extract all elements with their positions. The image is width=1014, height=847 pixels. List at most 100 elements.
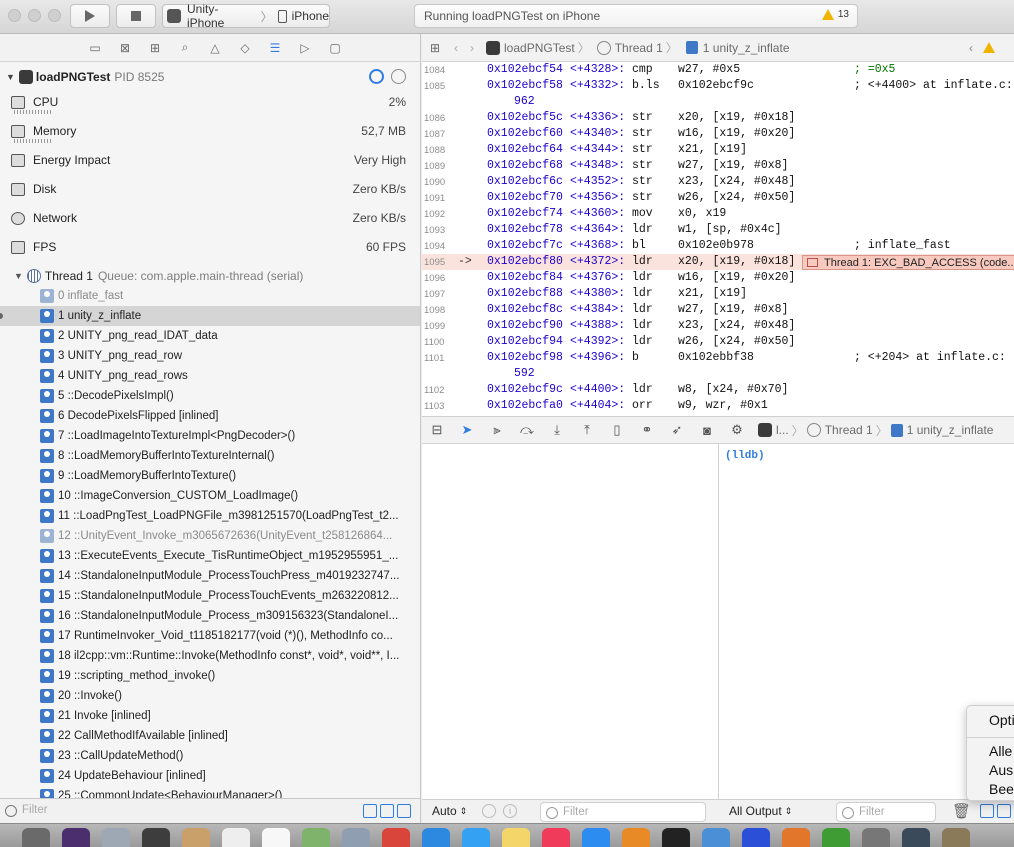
- reminders-icon[interactable]: [222, 828, 250, 847]
- variables-filter-input[interactable]: Filter: [540, 802, 706, 822]
- books-icon[interactable]: [622, 828, 650, 847]
- zoom-window-button[interactable]: [48, 9, 61, 22]
- info-icon[interactable]: i: [503, 804, 517, 818]
- code-line[interactable]: 1101 0x102ebcf98 <+4396>: b 0x102ebbf38 ; <+2…: [422, 350, 1014, 366]
- siri-icon[interactable]: [62, 828, 90, 847]
- stack-frame-row[interactable]: 20 ::Invoke(): [0, 686, 420, 706]
- stack-frame-row[interactable]: 9 ::LoadMemoryBufferIntoTexture(): [0, 466, 420, 486]
- code-line[interactable]: 1096 0x102ebcf84 <+4376>: ldr w16, [x19, #0x…: [422, 270, 1014, 286]
- stack-frame-row[interactable]: 11 ::LoadPngTest_LoadPNGFile_m3981251570…: [0, 506, 420, 526]
- debug-process[interactable]: l...: [776, 423, 789, 437]
- mission-control-icon[interactable]: [142, 828, 170, 847]
- trash-icon[interactable]: 🗑: [952, 802, 971, 820]
- jumpbar-frame[interactable]: 1 unity_z_inflate: [703, 41, 790, 55]
- code-line[interactable]: 1084 0x102ebcf54 <+4328>: cmp w27, #0x5 ; =0x…: [422, 62, 1014, 78]
- process-row[interactable]: ▼ loadPNGTest PID 8525: [0, 62, 420, 92]
- related-items-icon[interactable]: ⊞: [430, 41, 446, 55]
- exception-annotation[interactable]: Thread 1: EXC_BAD_ACCESS (code...: [802, 255, 1014, 270]
- stack-frame-row[interactable]: 24 UpdateBehaviour [inlined]: [0, 766, 420, 786]
- menu-item-options[interactable]: Opti: [989, 712, 1014, 728]
- code-line[interactable]: 1103 0x102ebcfa0 <+4404>: orr w9, wzr, #0x1: [422, 398, 1014, 414]
- minimize-window-button[interactable]: [28, 9, 41, 22]
- calendar-icon[interactable]: [262, 828, 290, 847]
- view-process-by-queue-icon[interactable]: [391, 69, 406, 84]
- app-store-icon[interactable]: [582, 828, 610, 847]
- code-line[interactable]: 1086 0x102ebcf5c <+4336>: str x20, [x19, #0x…: [422, 110, 1014, 126]
- stack-frame-row[interactable]: 23 ::CallUpdateMethod(): [0, 746, 420, 766]
- terminal-icon[interactable]: [662, 828, 690, 847]
- stack-frame-row[interactable]: 1 unity_z_inflate: [0, 306, 420, 326]
- stack-frame-row[interactable]: 5 ::DecodePixelsImpl(): [0, 386, 420, 406]
- stack-frame-row[interactable]: 4 UNITY_png_read_rows: [0, 366, 420, 386]
- stack-frame-row[interactable]: 22 CallMethodIfAvailable [inlined]: [0, 726, 420, 746]
- breakpoint-icon[interactable]: ▷: [290, 41, 320, 55]
- safari-icon[interactable]: [422, 828, 450, 847]
- stack-frame-row[interactable]: 19 ::scripting_method_invoke(): [0, 666, 420, 686]
- hide-debug-area-icon[interactable]: ⊟: [422, 422, 452, 438]
- thread-row[interactable]: ▼ Thread 1 Queue: com.apple.main-thread …: [0, 266, 420, 286]
- gauge-energy[interactable]: Energy Impact Very High: [0, 150, 420, 179]
- stack-frame-row[interactable]: 2 UNITY_png_read_IDAT_data: [0, 326, 420, 346]
- debug-frame[interactable]: 1 unity_z_inflate: [907, 423, 994, 437]
- warning-icon[interactable]: [983, 42, 995, 53]
- system-preferences-icon[interactable]: [862, 828, 890, 847]
- stack-frame-row[interactable]: 10 ::ImageConversion_CUSTOM_LoadImage(): [0, 486, 420, 506]
- stack-frame-row[interactable]: 14 ::StandaloneInputModule_ProcessTouchP…: [0, 566, 420, 586]
- stack-frame-row[interactable]: 16 ::StandaloneInputModule_Process_m3091…: [0, 606, 420, 626]
- memory-graph-icon[interactable]: ⚭: [632, 422, 662, 438]
- preview-icon[interactable]: [342, 828, 370, 847]
- finder-icon[interactable]: [22, 828, 50, 847]
- stack-frame-row[interactable]: 21 Invoke [inlined]: [0, 706, 420, 726]
- music-icon[interactable]: [542, 828, 570, 847]
- app-icon[interactable]: [742, 828, 770, 847]
- menu-item-all[interactable]: Alle: [989, 743, 1012, 759]
- notes-icon[interactable]: [502, 828, 530, 847]
- code-line[interactable]: 1094 0x102ebcf7c <+4368>: bl 0x102e0b978 ; in…: [422, 238, 1014, 254]
- code-line[interactable]: 1102 0x102ebcf9c <+4400>: ldr w8, [x24, #0x7…: [422, 382, 1014, 398]
- code-line[interactable]: 1099 0x102ebcf90 <+4388>: ldr x23, [x24, #0x…: [422, 318, 1014, 334]
- stack-frame-row[interactable]: 25 ::CommonUpdate<BehaviourManager>(): [0, 786, 420, 798]
- code-line[interactable]: 1089 0x102ebcf68 <+4348>: str w27, [x19, #0x…: [422, 158, 1014, 174]
- gauge-memory[interactable]: Memory 52,7 MB: [0, 121, 420, 150]
- symbol-icon[interactable]: ⊞: [140, 41, 170, 55]
- gauge-network[interactable]: Network Zero KB/s: [0, 208, 420, 237]
- simulate-location-icon[interactable]: ➶: [662, 422, 692, 438]
- contacts-icon[interactable]: [182, 828, 210, 847]
- blender-icon[interactable]: [782, 828, 810, 847]
- stack-frame-row[interactable]: 17 RuntimeInvoker_Void_t1185182177(void …: [0, 626, 420, 646]
- split-view-icon[interactable]: [980, 804, 994, 818]
- console-filter-input[interactable]: Filter: [836, 802, 936, 822]
- gauge-disk[interactable]: Disk Zero KB/s: [0, 179, 420, 208]
- warnings-indicator[interactable]: 13: [821, 9, 849, 20]
- continue-icon[interactable]: ⫸: [482, 422, 512, 438]
- code-line[interactable]: 1100 0x102ebcf94 <+4392>: ldr w26, [x24, #0x…: [422, 334, 1014, 350]
- run-button[interactable]: [70, 4, 110, 28]
- view-process-by-thread-icon[interactable]: [369, 69, 384, 84]
- gear-icon[interactable]: ⚙: [722, 422, 752, 438]
- back-chevron-icon[interactable]: ‹: [454, 41, 458, 55]
- jumpbar-thread[interactable]: Thread 1: [615, 41, 663, 55]
- gauge-cpu[interactable]: CPU 2%: [0, 92, 420, 121]
- filter-crashed-threads-icon[interactable]: [363, 804, 377, 818]
- forward-chevron-icon[interactable]: ›: [470, 41, 474, 55]
- code-line[interactable]: 1092 0x102ebcf74 <+4360>: mov x0, x19: [422, 206, 1014, 222]
- stack-frame-row[interactable]: 13 ::ExecuteEvents_Execute_TisRuntimeObj…: [0, 546, 420, 566]
- code-line-continuation[interactable]: 592: [422, 366, 1014, 382]
- launchpad-icon[interactable]: [102, 828, 130, 847]
- variables-scope-popup[interactable]: Auto ⇕: [432, 804, 467, 818]
- stack-frame-row[interactable]: 7 ::LoadImageIntoTextureImpl<PngDecoder>…: [0, 426, 420, 446]
- debug-thread[interactable]: Thread 1: [825, 423, 873, 437]
- xcode-icon[interactable]: [702, 828, 730, 847]
- test-icon[interactable]: ◇: [230, 41, 260, 55]
- stack-frame-row[interactable]: 12 ::UnityEvent_Invoke_m3065672636(Unity…: [0, 526, 420, 546]
- step-into-icon[interactable]: ⤓: [542, 422, 572, 438]
- view-hierarchy-icon[interactable]: ▯: [602, 422, 632, 438]
- console-only-icon[interactable]: [997, 804, 1011, 818]
- code-line[interactable]: 1091 0x102ebcf70 <+4356>: str w26, [x24, #0x…: [422, 190, 1014, 206]
- maps-icon[interactable]: [302, 828, 330, 847]
- source-control-icon[interactable]: ⊠: [110, 41, 140, 55]
- gauge-fps[interactable]: FPS 60 FPS: [0, 237, 420, 266]
- scheme-selector[interactable]: Unity-iPhone 〉 iPhone: [162, 2, 330, 30]
- step-over-icon[interactable]: ⤼: [512, 422, 542, 438]
- filter-active-threads-icon[interactable]: [397, 804, 411, 818]
